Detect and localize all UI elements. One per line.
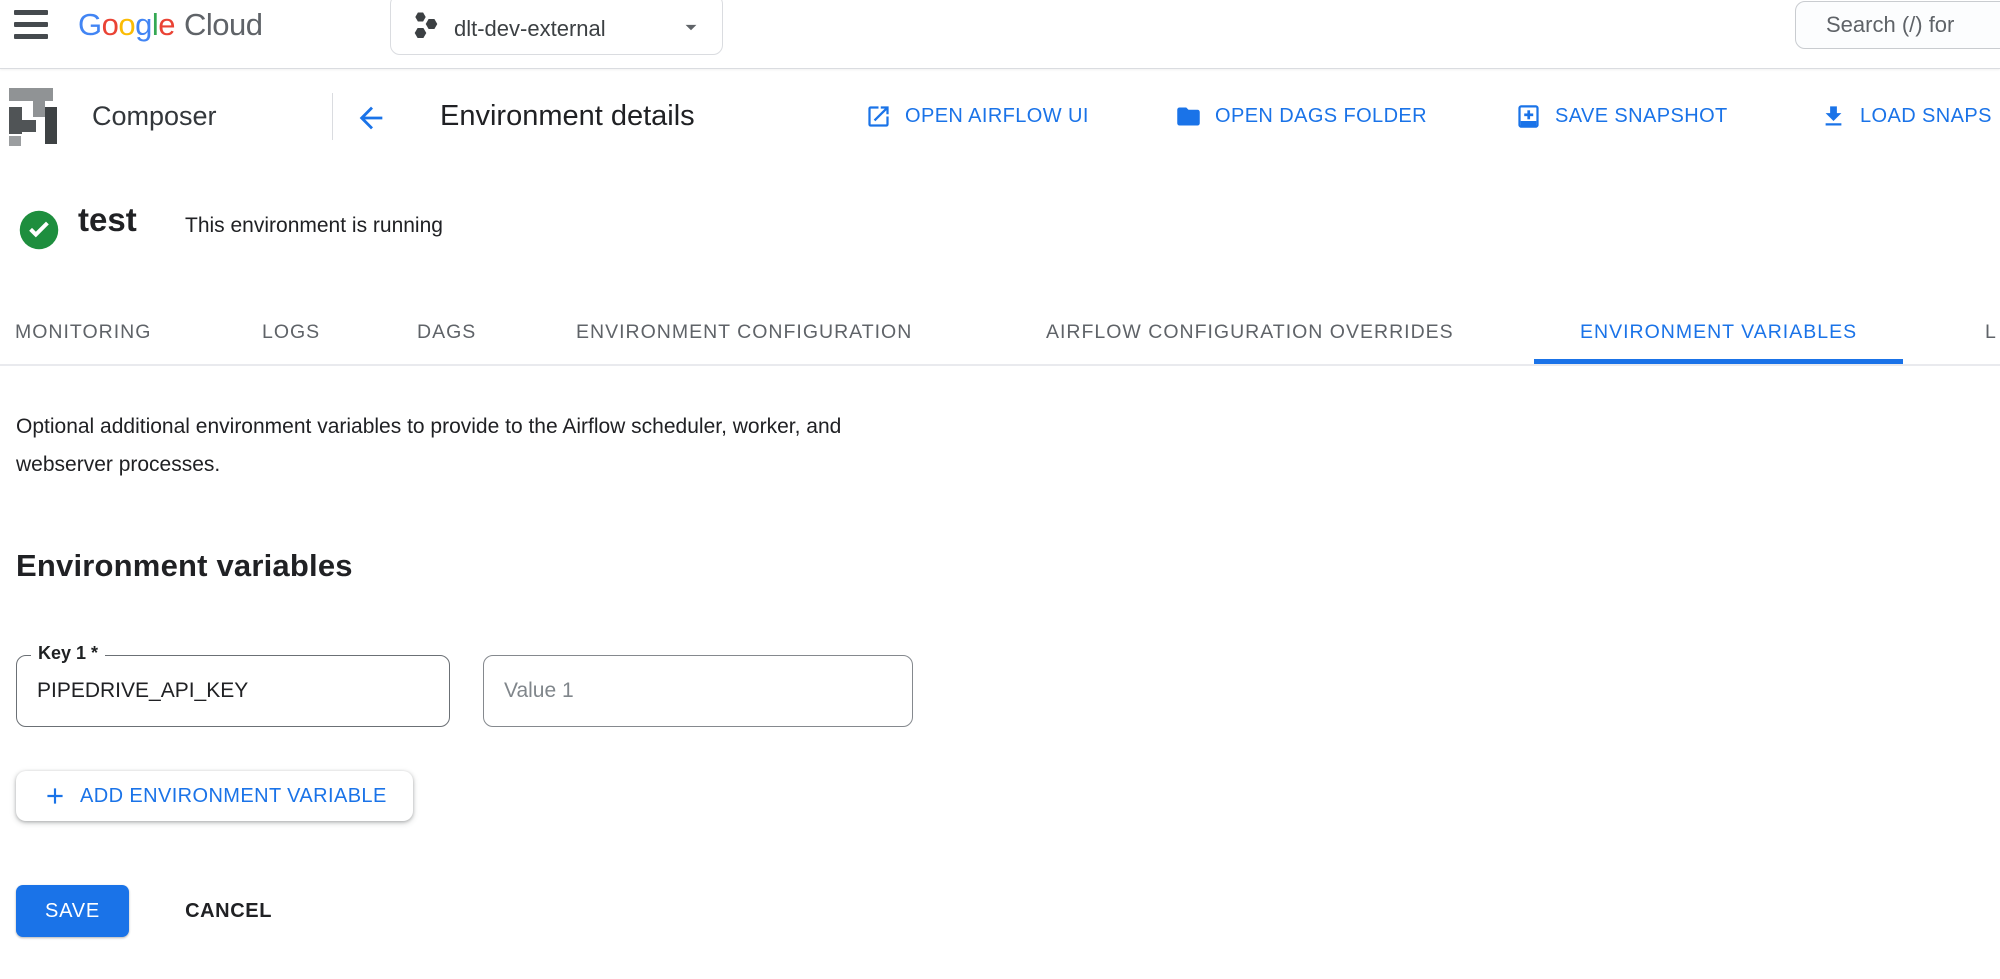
logo-letter: o: [118, 7, 135, 43]
tab-airflow-configuration-overrides[interactable]: AIRFLOW CONFIGURATION OVERRIDES: [1000, 300, 1500, 364]
open-airflow-ui-button[interactable]: OPEN AIRFLOW UI: [865, 68, 1089, 165]
logo-letter: g: [135, 7, 152, 43]
load-snapshot-button[interactable]: LOAD SNAPS: [1820, 68, 1992, 165]
tab-bar: MONITORING LOGS DAGS ENVIRONMENT CONFIGU…: [0, 300, 2000, 366]
action-label: SAVE SNAPSHOT: [1555, 105, 1728, 128]
environment-status-message: This environment is running: [185, 214, 443, 238]
environment-name: test: [78, 201, 137, 239]
cancel-button[interactable]: CANCEL: [185, 900, 272, 923]
folder-icon: [1175, 103, 1202, 130]
tab-dags[interactable]: DAGS: [371, 300, 522, 364]
project-hexagons-icon: [413, 11, 439, 44]
search-box: [1795, 1, 2000, 49]
google-cloud-logo[interactable]: Google Cloud: [78, 7, 263, 43]
environment-status-row: test This environment is running: [0, 165, 2000, 300]
header-divider: [332, 93, 333, 140]
top-bar: Google Cloud dlt-dev-external: [0, 0, 2000, 69]
tab-labels-truncated[interactable]: L: [1939, 300, 2000, 364]
env-variable-row: Key 1 *: [16, 655, 1984, 727]
chevron-down-icon: [678, 14, 704, 44]
key-field-label: Key 1 *: [31, 643, 105, 663]
action-label: OPEN AIRFLOW UI: [905, 105, 1089, 128]
open-dags-folder-button[interactable]: OPEN DAGS FOLDER: [1175, 68, 1427, 165]
logo-letter: o: [102, 7, 119, 43]
section-description: Optional additional environment variable…: [16, 408, 1984, 484]
section-title: Environment variables: [16, 548, 1984, 584]
project-name: dlt-dev-external: [454, 14, 606, 44]
description-line: webserver processes.: [16, 446, 1984, 484]
key-input[interactable]: [17, 656, 449, 726]
tab-environment-variables[interactable]: ENVIRONMENT VARIABLES: [1534, 300, 1903, 364]
description-line: Optional additional environment variable…: [16, 408, 1984, 446]
save-snapshot-button[interactable]: SAVE SNAPSHOT: [1515, 68, 1728, 165]
logo-letter: G: [78, 7, 102, 43]
composer-logo-icon: [2, 84, 64, 153]
tab-monitoring[interactable]: MONITORING: [0, 300, 197, 364]
tab-logs[interactable]: LOGS: [216, 300, 366, 364]
value-field: [483, 655, 913, 727]
plus-icon: [42, 783, 68, 809]
back-button[interactable]: [350, 97, 392, 139]
add-button-label: ADD ENVIRONMENT VARIABLE: [80, 785, 387, 808]
app-header: Composer Environment details OPEN AIRFLO…: [0, 68, 2000, 166]
value-input[interactable]: [484, 656, 912, 726]
tab-environment-configuration[interactable]: ENVIRONMENT CONFIGURATION: [530, 300, 958, 364]
status-check-icon: [18, 209, 60, 256]
menu-icon[interactable]: [14, 10, 48, 39]
add-environment-variable-button[interactable]: ADD ENVIRONMENT VARIABLE: [16, 771, 413, 821]
key-field: Key 1 *: [16, 655, 450, 727]
tab-content: Optional additional environment variable…: [16, 366, 1984, 937]
save-snapshot-icon: [1515, 103, 1542, 130]
product-name: Composer: [92, 68, 217, 165]
search-input[interactable]: [1796, 2, 2000, 48]
logo-cloud-text: Cloud: [184, 7, 263, 43]
logo-letter: e: [158, 7, 175, 43]
page-title: Environment details: [440, 68, 695, 165]
open-in-new-icon: [865, 103, 892, 130]
action-label: LOAD SNAPS: [1860, 105, 1992, 128]
save-button[interactable]: SAVE: [16, 885, 129, 937]
action-label: OPEN DAGS FOLDER: [1215, 105, 1427, 128]
download-icon: [1820, 103, 1847, 130]
project-selector[interactable]: dlt-dev-external: [390, 0, 723, 55]
